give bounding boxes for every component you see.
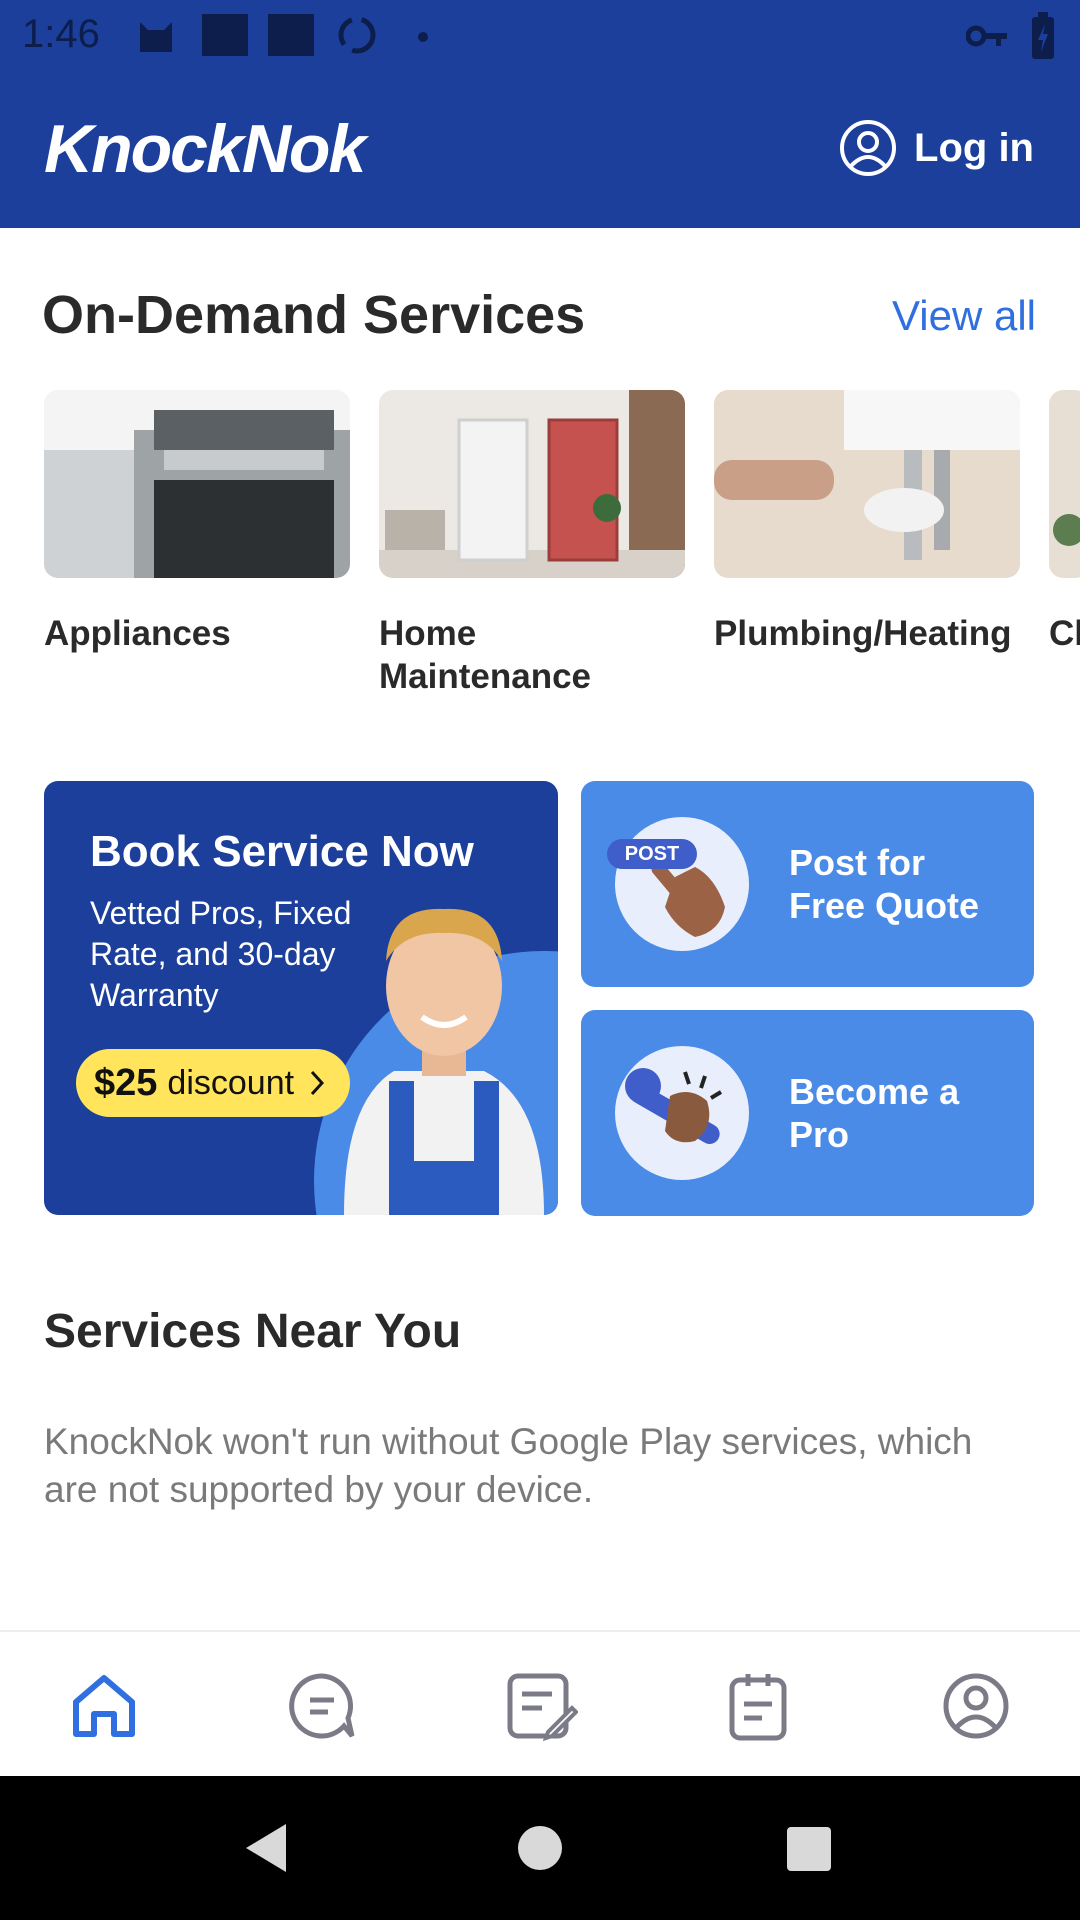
screen: 1:46 KnockNok Log in On-Demand Services … (0, 0, 1080, 1920)
nav-profile-icon[interactable] (938, 1668, 1014, 1744)
post-badge: POST (607, 839, 697, 869)
pro-illustration (615, 1046, 749, 1180)
nav-bookings-icon[interactable] (720, 1668, 796, 1744)
app-logo: KnockNok (44, 111, 366, 187)
post-quote-label: Post for Free Quote (789, 842, 980, 926)
dot-icon (418, 32, 428, 42)
nav-post-icon[interactable] (502, 1668, 579, 1744)
appliances-image (44, 390, 350, 578)
battery-icon (1032, 12, 1054, 59)
swirl-icon (338, 16, 376, 54)
post-illustration (615, 817, 749, 951)
vpn-key-icon (966, 25, 1007, 47)
section-title: On-Demand Services (42, 285, 586, 345)
category-label: Appliances (44, 614, 231, 653)
recents-icon[interactable] (786, 1826, 832, 1872)
home-maintenance-image (379, 390, 685, 578)
category-plumbing-heating[interactable]: Plumbing/Heating (714, 390, 1020, 655)
user-icon (840, 120, 897, 176)
category-label: Home Maintenance (379, 614, 591, 696)
book-service-card[interactable]: Book Service Now Vetted Pros, Fixed Rate… (44, 781, 558, 1215)
login-label: Log in (914, 125, 1034, 170)
become-pro-label: Become a Pro (789, 1071, 960, 1155)
status-bar: 1:46 (0, 0, 1080, 72)
cat-icon (140, 22, 172, 52)
discount-text: discount (167, 1063, 295, 1102)
post-quote-card[interactable]: POST Post for Free Quote (581, 781, 1034, 987)
chevron-right-icon (310, 1070, 325, 1096)
category-appliances[interactable]: Appliances (44, 390, 350, 655)
login-button[interactable]: Log in (838, 118, 1034, 178)
view-all-link[interactable]: View all (892, 292, 1036, 340)
discount-amount: $25 (94, 1061, 158, 1104)
category-home-maintenance[interactable]: Home Maintenance (379, 390, 685, 698)
notification-icon (268, 14, 314, 56)
plumbing-image (714, 390, 1020, 578)
become-pro-card[interactable]: Become a Pro (581, 1010, 1034, 1216)
status-time: 1:46 (22, 12, 100, 56)
services-near-message: KnockNok won't run without Google Play s… (44, 1421, 973, 1510)
services-near-title: Services Near You (44, 1305, 462, 1358)
book-service-subtitle: Vetted Pros, Fixed Rate, and 30-day Warr… (90, 895, 352, 1013)
system-nav-bar (0, 1776, 1080, 1920)
discount-button[interactable]: $25 discount (76, 1049, 350, 1117)
book-service-title: Book Service Now (90, 827, 474, 876)
notification-icon (202, 14, 248, 56)
home-button-icon[interactable] (516, 1824, 564, 1872)
category-partial[interactable]: Cl (1049, 390, 1080, 655)
app-header: KnockNok Log in (0, 72, 1080, 228)
nav-chat-icon[interactable] (284, 1668, 360, 1744)
bottom-nav (0, 1630, 1080, 1776)
category-label: Plumbing/Heating (714, 614, 1012, 653)
nav-home-icon[interactable] (66, 1668, 142, 1744)
partial-category-image (1049, 390, 1080, 578)
category-label: Cl (1049, 614, 1080, 653)
back-icon[interactable] (242, 1822, 288, 1874)
